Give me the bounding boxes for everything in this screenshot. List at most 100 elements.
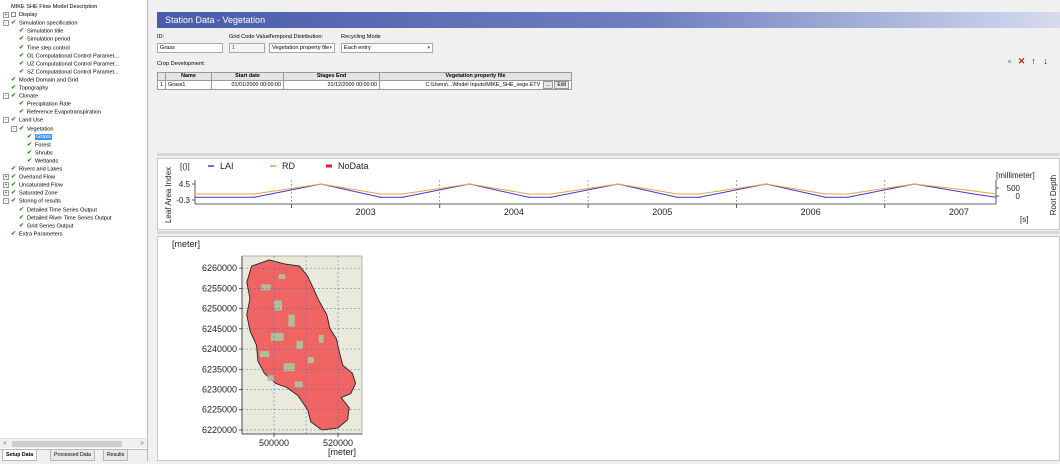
map-y-tick-label: 6260000 <box>202 263 237 273</box>
tree-item[interactable]: + ✔ Overland Flow <box>3 173 55 181</box>
column-header[interactable]: Vegetation property file <box>379 72 572 81</box>
check-icon: ✔ <box>11 166 17 172</box>
tree-item[interactable]: ✔ Model Domain and Grid <box>11 76 78 84</box>
check-icon: ✔ <box>19 206 25 213</box>
tree-item[interactable]: ✔ Time step control <box>19 44 70 52</box>
check-icon: ✔ <box>19 44 25 51</box>
tree-item[interactable]: ✔ Grid Series Output <box>19 222 73 230</box>
column-header[interactable]: Name <box>165 72 212 81</box>
tree-item[interactable]: + ✔ Unsaturated Flow <box>3 181 63 189</box>
vegetation-map: [meter] [meter] 6260000 6255000 6250000 62450… <box>172 239 363 457</box>
y-left-unit: [()] <box>180 162 190 171</box>
tree-item[interactable]: ✔ UZ Computational Control Paramet... <box>19 60 119 68</box>
delete-row-icon[interactable]: ✕ <box>1016 56 1027 67</box>
browse-button[interactable]: ... <box>543 81 554 89</box>
table-cell-num[interactable]: 1 <box>157 80 166 90</box>
table-cell-end[interactable]: 31/12/2000 00:00:00 <box>283 80 380 90</box>
tree-item[interactable]: ✔ Rivers and Lakes <box>11 165 62 173</box>
expand-icon[interactable]: + <box>3 11 9 18</box>
table-cell-name[interactable]: Grass1 <box>165 80 212 90</box>
recycling-mode-select[interactable]: Each entry ▾ <box>341 43 433 53</box>
temporal-distribution-select[interactable]: Vegetation property file ▾ <box>269 43 335 53</box>
tree-item[interactable]: ✔ Detailed River Time Series Output <box>19 214 112 222</box>
vegetation-patch <box>270 332 284 341</box>
tree-item-label: Simulation period <box>27 36 71 43</box>
collapse-icon[interactable]: - <box>3 198 9 205</box>
data-point <box>765 183 767 185</box>
cell-value: C:\Users\...\Model Inputs\MIKE_SHE_vege.… <box>425 82 541 88</box>
scroll-right-icon[interactable]: > <box>137 439 147 449</box>
scrollbar-thumb[interactable] <box>12 441 122 447</box>
vegetation-patch <box>318 334 324 343</box>
check-icon: ✔ <box>27 149 33 156</box>
data-point <box>698 196 700 198</box>
check-icon: ✔ <box>11 190 17 197</box>
tab-processed-data[interactable]: Processed Data <box>50 450 95 461</box>
tree-item-label: SZ Computational Control Paramet... <box>27 69 119 76</box>
tree-item[interactable]: ✔ Reference Evapotranspiration <box>19 108 101 116</box>
expand-icon[interactable]: + <box>3 174 9 181</box>
tree-item[interactable]: ✔ Wetlands <box>27 157 58 165</box>
move-down-icon[interactable]: ↓ <box>1040 56 1051 67</box>
vegetation-patch <box>294 381 303 388</box>
time-series-chart-panel: LAI RD NoData [()] [millimeter] [s] Leaf Area … <box>157 158 1060 230</box>
check-icon: ✔ <box>11 20 17 27</box>
recycling-mode-value: Each entry <box>344 45 371 51</box>
expand-icon[interactable]: + <box>3 190 9 197</box>
tree-item[interactable]: + Display <box>3 11 37 19</box>
tree-item[interactable]: ✔ Precipitation Rate <box>19 100 71 108</box>
new-row-icon[interactable]: ▫ <box>1004 56 1015 67</box>
scroll-left-icon[interactable]: < <box>0 439 10 449</box>
tree-item[interactable]: MIKE SHE Flow Model Description <box>3 3 97 11</box>
tree-item-label: MIKE SHE Flow Model Description <box>11 4 98 10</box>
map-y-tick-label: 6225000 <box>202 405 237 415</box>
column-header[interactable] <box>157 72 166 81</box>
tab-setup-data[interactable]: Setup Data <box>2 450 38 461</box>
grid-code-input[interactable]: 1 <box>229 43 265 53</box>
vegetation-patch <box>259 351 270 358</box>
x-tick-label: 2007 <box>949 207 969 217</box>
tree-item[interactable]: ✔ Simulation period <box>19 35 70 43</box>
tree-item[interactable]: ✔ Extra Parameters <box>11 230 63 238</box>
cell-value: Grass1 <box>168 81 186 88</box>
x-unit: [s] <box>1020 215 1028 224</box>
column-header[interactable]: Stages End <box>283 72 380 81</box>
id-input[interactable]: Grass <box>157 43 223 53</box>
tree-item[interactable]: ✔ SZ Computational Control Paramet... <box>19 68 119 76</box>
table-cell-start[interactable]: 01/01/2000 00:00:00 <box>211 80 284 90</box>
table-cell-file[interactable]: C:\Users\...\Model Inputs\MIKE_SHE_vege.… <box>379 80 572 90</box>
tree-item[interactable]: + ✔ Saturated Zone <box>3 189 58 197</box>
tree-item[interactable]: ✔ Detailed Time Series Output <box>19 206 97 214</box>
collapse-icon[interactable]: - <box>11 125 17 132</box>
tree-item[interactable]: - ✔ Climate <box>3 92 38 100</box>
move-up-icon[interactable]: ↑ <box>1028 56 1039 67</box>
bottom-tabs: Setup Data Processed Data Results <box>0 449 147 461</box>
tree-item[interactable]: - ✔ Simulation specification <box>3 19 77 27</box>
column-header[interactable]: Start date <box>211 72 284 81</box>
tree-item[interactable]: ✔ Forest <box>27 141 51 149</box>
panel-divider[interactable] <box>157 231 1060 234</box>
edit-button[interactable]: Edit <box>554 81 569 89</box>
panel-divider[interactable] <box>157 153 1060 156</box>
tree-item[interactable]: - ✔ Land Use <box>3 116 43 124</box>
table-row[interactable]: 1 Grass1 01/01/2000 00:00:00 31/12/2000 00:… <box>157 80 572 90</box>
tree-item[interactable]: ✔ Shrubs <box>27 149 53 157</box>
collapse-icon[interactable]: - <box>3 93 9 100</box>
data-point <box>379 196 382 198</box>
map-y-tick-label: 6235000 <box>202 364 237 374</box>
tree-horizontal-scrollbar[interactable]: < > <box>0 438 147 448</box>
tree-item[interactable]: - ✔ Storing of results <box>3 197 61 205</box>
tree-item-label: Wetlands <box>35 158 59 165</box>
collapse-icon[interactable]: - <box>3 20 9 27</box>
tree-item[interactable]: ✔ Topography <box>11 84 48 92</box>
data-point <box>320 183 322 185</box>
data-point <box>194 196 196 198</box>
expand-icon[interactable]: + <box>3 182 9 189</box>
table-toolbar: ▫ ✕ ↑ ↓ <box>1003 56 1051 68</box>
tree-item[interactable]: ✔ Simulation title <box>19 27 63 35</box>
tab-results[interactable]: Results <box>103 450 129 461</box>
collapse-icon[interactable]: - <box>3 117 9 124</box>
tree-item[interactable]: ✔ Grass <box>27 133 52 141</box>
tree-item[interactable]: ✔ OL Computational Control Paramet... <box>19 52 119 60</box>
tree-item[interactable]: - ✔ Vegetation <box>11 125 53 133</box>
